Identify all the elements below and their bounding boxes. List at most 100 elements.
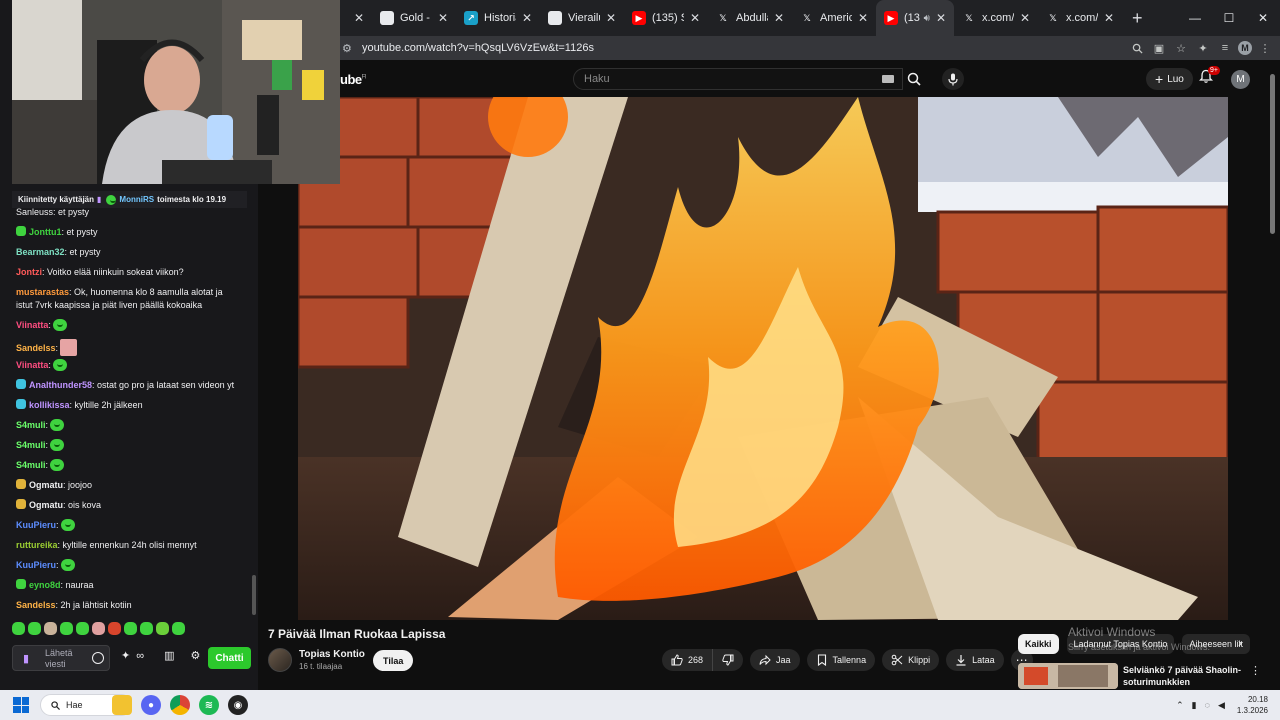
browser-tab[interactable]: Vierailulle ✕ xyxy=(540,0,624,36)
chat-username[interactable]: S4muli xyxy=(16,420,46,430)
emote-icon[interactable] xyxy=(28,622,41,635)
search-button[interactable] xyxy=(903,68,925,90)
notifications-button[interactable]: 9+ xyxy=(1198,66,1220,89)
chip-all[interactable]: Kaikki xyxy=(1018,634,1059,654)
chat-username[interactable]: Analthunder58 xyxy=(29,380,92,390)
emote-icon[interactable] xyxy=(124,622,137,635)
chat-username[interactable]: ruttureika xyxy=(16,540,58,550)
chat-username[interactable]: Jontzi xyxy=(16,267,42,277)
chat-username[interactable]: Sandelss xyxy=(16,343,56,353)
chat-username[interactable]: Jonttu1 xyxy=(29,227,62,237)
tab-close-icon[interactable]: ✕ xyxy=(522,11,532,25)
emote-icon[interactable] xyxy=(44,622,57,635)
chat-username[interactable]: Viinatta xyxy=(16,360,48,370)
chat-username[interactable]: kollikissa xyxy=(29,400,70,410)
channel-name[interactable]: Topias Kontio xyxy=(299,649,365,660)
bookmark-star-icon[interactable]: ☆ xyxy=(1172,39,1190,57)
scrollbar-thumb[interactable] xyxy=(1270,74,1275,234)
youtube-logo[interactable]: ubeFI xyxy=(340,72,367,87)
channel-points-icon[interactable]: ∞ xyxy=(136,650,144,662)
site-settings-icon[interactable]: ⚙ xyxy=(342,42,362,55)
tab-close-icon[interactable]: ✕ xyxy=(858,11,868,25)
url-field[interactable]: youtube.com/watch?v=hQsqLV6VzEw&t=1126s xyxy=(362,42,1128,54)
chat-settings-icon[interactable]: ⚙ xyxy=(190,649,200,662)
chevron-right-icon[interactable]: › xyxy=(1238,636,1242,650)
chat-scrollbar[interactable] xyxy=(252,575,256,615)
browser-tab[interactable]: 𝕏x.com/No ✕ xyxy=(954,0,1038,36)
close-icon[interactable]: ✕ xyxy=(354,11,364,25)
chat-username[interactable]: KuuPieru xyxy=(16,560,56,570)
emote-icon[interactable] xyxy=(156,622,169,635)
voice-search-button[interactable] xyxy=(942,68,964,90)
emote-icon[interactable] xyxy=(12,622,25,635)
recommendation-menu-icon[interactable]: ⋮ xyxy=(1250,664,1261,677)
tray-volume-icon[interactable]: ◀ xyxy=(1218,700,1225,711)
dislike-button[interactable] xyxy=(713,649,743,671)
emote-icon[interactable] xyxy=(172,622,185,635)
media-controls-icon[interactable]: ≡ xyxy=(1216,39,1234,57)
like-button[interactable]: 268 xyxy=(662,649,714,671)
cast-icon[interactable]: ▣ xyxy=(1150,39,1168,57)
shop-icon[interactable]: ▥ xyxy=(164,649,174,662)
chat-username[interactable]: Ogmatu xyxy=(29,500,63,510)
recommendation-thumbnail[interactable] xyxy=(1018,663,1118,689)
profile-avatar[interactable]: M xyxy=(1238,41,1252,55)
browser-tab[interactable]: ▶ (135) Selvi ✕ xyxy=(624,0,708,36)
taskbar-clock[interactable]: 20.18 1.3.2026 xyxy=(1237,694,1268,716)
mic-icon[interactable]: ▮ xyxy=(23,652,29,665)
chat-username[interactable]: eyno8d xyxy=(29,580,61,590)
emote-icon[interactable] xyxy=(108,622,121,635)
tab-close-icon[interactable]: ✕ xyxy=(438,11,448,25)
audio-playing-icon[interactable]: 🔊︎ xyxy=(924,13,930,24)
page-scrollbar[interactable] xyxy=(1268,68,1276,688)
tray-mic-icon[interactable]: ▮ xyxy=(1192,700,1197,711)
browser-tab[interactable]: ▶ (135) T 🔊︎ ✕ xyxy=(876,0,954,36)
browser-menu-icon[interactable]: ⋮ xyxy=(1256,39,1274,57)
window-close-icon[interactable]: ✕ xyxy=(1246,0,1280,36)
chat-username[interactable]: Sandelss xyxy=(16,600,56,610)
emoji-icon[interactable] xyxy=(92,652,104,664)
subscribe-button[interactable]: Tilaa xyxy=(373,650,414,671)
tab-close-icon[interactable]: ✕ xyxy=(606,11,616,25)
chat-username[interactable]: S4muli xyxy=(16,460,46,470)
extensions-icon[interactable]: ✦ xyxy=(1194,39,1212,57)
browser-tab[interactable]: 𝕏 American ✕ xyxy=(792,0,876,36)
channel-avatar[interactable] xyxy=(268,648,292,672)
chat-username[interactable]: KuuPieru xyxy=(16,520,56,530)
video-player[interactable] xyxy=(298,97,1228,620)
share-button[interactable]: Jaa xyxy=(750,649,800,671)
emote-icon[interactable] xyxy=(76,622,89,635)
chat-input[interactable]: ▮ Lähetä viesti xyxy=(12,645,110,671)
tab-close-icon[interactable]: ✕ xyxy=(774,11,784,25)
tray-chevron-icon[interactable]: ⌃ xyxy=(1176,700,1184,711)
emote-icon[interactable] xyxy=(92,622,105,635)
minimize-icon[interactable]: — xyxy=(1178,0,1212,36)
pinned-user[interactable]: MonniRS xyxy=(119,195,154,204)
tab-close-icon[interactable]: ✕ xyxy=(1104,11,1114,25)
download-button[interactable]: Lataa xyxy=(946,649,1004,671)
chat-send-button[interactable]: Chatti xyxy=(208,647,251,669)
create-button[interactable]: + Luo xyxy=(1146,68,1193,90)
save-button[interactable]: Tallenna xyxy=(806,649,876,671)
search-input[interactable]: Haku xyxy=(573,68,903,90)
pinned-message-banner[interactable]: Kiinnitetty käyttäjän ▮ MonniRS toimesta… xyxy=(12,191,247,208)
chat-username[interactable]: S4muli xyxy=(16,440,46,450)
file-explorer-icon[interactable] xyxy=(112,695,132,715)
chat-username[interactable]: Bearman32 xyxy=(16,247,65,257)
chat-username[interactable]: mustarastas xyxy=(16,287,69,297)
windows-start-icon[interactable] xyxy=(13,697,29,713)
new-tab-button[interactable]: + xyxy=(1132,8,1143,29)
chrome-icon[interactable] xyxy=(170,695,190,715)
obs-icon[interactable]: ◉ xyxy=(228,695,248,715)
tray-network-icon[interactable]: ◌ xyxy=(1205,700,1210,710)
browser-tab[interactable]: 𝕏 Abdullah : ✕ xyxy=(708,0,792,36)
browser-tab[interactable]: Gold - Pric ✕ xyxy=(372,0,456,36)
clip-button[interactable]: Klippi xyxy=(882,649,940,671)
browser-tab[interactable]: ↗ Historiallin ✕ xyxy=(456,0,540,36)
emote-icon[interactable] xyxy=(140,622,153,635)
spotify-icon[interactable]: ≋ xyxy=(199,695,219,715)
tab-close-icon[interactable]: ✕ xyxy=(936,11,946,25)
keyboard-icon[interactable] xyxy=(882,75,894,83)
browser-tab-partial[interactable]: ✕ xyxy=(340,0,372,36)
bits-icon[interactable]: ✦ xyxy=(121,649,130,662)
